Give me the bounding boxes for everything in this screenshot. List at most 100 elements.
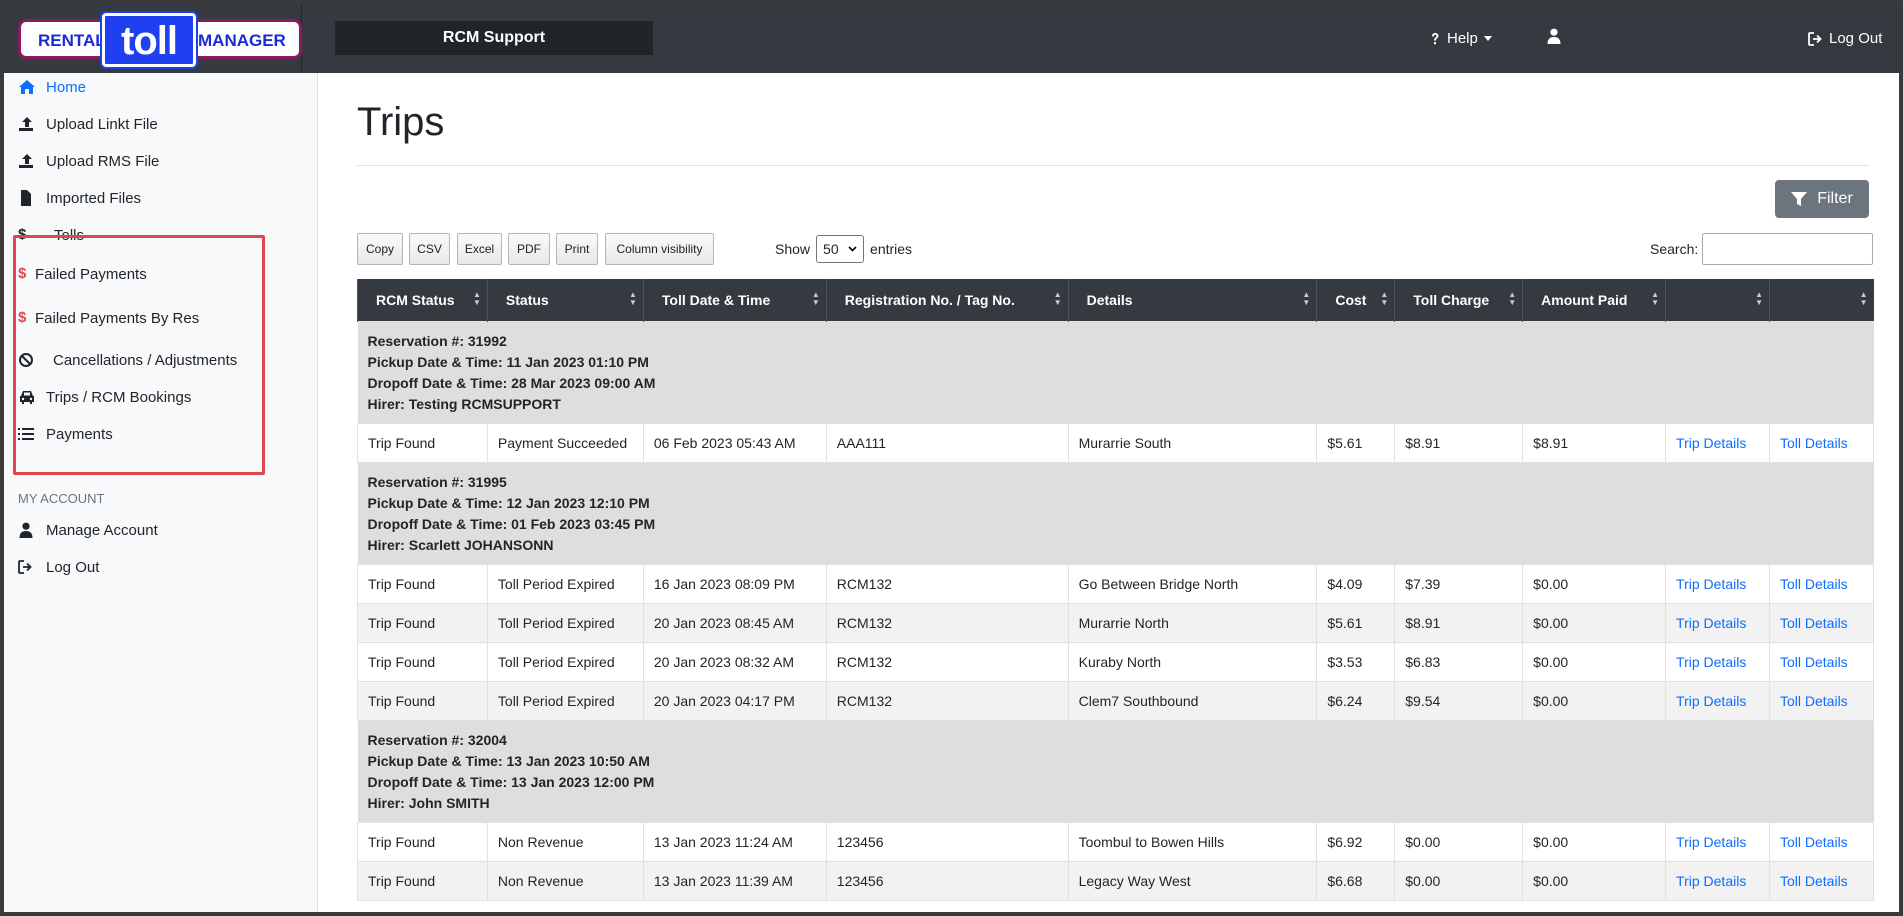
help-dropdown[interactable]: Help — [1429, 30, 1492, 47]
logout-icon — [18, 560, 32, 574]
cell-amount-paid: $0.00 — [1522, 602, 1667, 643]
reservation-pickup: Pickup Date & Time: 13 Jan 2023 10:50 AM — [367, 752, 650, 769]
cell-cost: $3.53 — [1316, 641, 1396, 682]
column-header-toll-charge[interactable]: Toll Charge ▲ ▼ — [1394, 279, 1523, 321]
upload-icon — [19, 117, 33, 131]
table-search: Search: — [1650, 233, 1874, 265]
cell-trip-details-link: Trip Details — [1665, 641, 1770, 682]
cell-details: Toombul to Bowen Hills — [1067, 821, 1318, 862]
entries-select[interactable]: 50 — [816, 235, 865, 263]
logo-text-left: RENTAL — [38, 31, 106, 50]
column-header-toll-link[interactable]: ▲ ▼ — [1768, 279, 1874, 321]
cell-toll-details-link: Toll Details — [1768, 680, 1875, 721]
reservation-info: Reservation #: 31995 Pickup Date & Time: … — [357, 461, 1874, 565]
excel-button[interactable]: Excel — [457, 233, 502, 265]
reservation-pickup: Pickup Date & Time: 12 Jan 2023 12:10 PM — [367, 494, 650, 511]
column-header-toll-date-time[interactable]: Toll Date & Time ▲ ▼ — [642, 279, 827, 321]
copy-button[interactable]: Copy — [357, 233, 403, 265]
cell-cost: $6.68 — [1316, 860, 1396, 901]
entries-length-control: Show 50 entries — [775, 233, 912, 265]
cell-rcm-status: Trip Found — [357, 860, 488, 901]
support-label: RCM Support — [335, 21, 653, 55]
cell-details: Legacy Way West — [1067, 860, 1318, 901]
sort-icon: ▲ ▼ — [472, 290, 481, 307]
cell-registration: RCM132 — [825, 602, 1069, 643]
toll-details-link[interactable]: Toll Details — [1780, 834, 1848, 850]
toll-details-link[interactable]: Toll Details — [1780, 435, 1848, 451]
trip-details-link[interactable]: Trip Details — [1676, 834, 1746, 850]
sort-icon: ▲ ▼ — [628, 290, 637, 307]
cell-details: Go Between Bridge North — [1067, 563, 1318, 604]
cell-toll-details-link: Toll Details — [1768, 821, 1875, 862]
column-header-registration[interactable]: Registration No. / Tag No. ▲ ▼ — [825, 279, 1069, 321]
reservation-hirer: Hirer: Testing RCMSUPPORT — [367, 395, 561, 412]
cell-trip-details-link: Trip Details — [1665, 422, 1770, 463]
column-header-amount-paid[interactable]: Amount Paid ▲ ▼ — [1522, 279, 1666, 321]
column-header-cost[interactable]: Cost ▲ ▼ — [1316, 279, 1395, 321]
trip-details-link[interactable]: Trip Details — [1676, 435, 1746, 451]
cell-registration: 123456 — [825, 860, 1069, 901]
logout-link[interactable]: Log Out — [1808, 30, 1882, 47]
sidebar-item-upload-rms[interactable]: Upload RMS File — [18, 149, 159, 173]
column-header-status[interactable]: Status ▲ ▼ — [486, 279, 644, 321]
trips-table: RCM Status ▲ ▼ Status ▲ ▼ Toll Date & Time ▲ ▼… — [357, 279, 1875, 901]
cell-rcm-status: Trip Found — [357, 602, 488, 643]
cell-status: Toll Period Expired — [486, 602, 644, 643]
toll-details-link[interactable]: Toll Details — [1780, 654, 1848, 670]
trip-details-link[interactable]: Trip Details — [1676, 654, 1746, 670]
table-row: Trip Found Toll Period Expired 20 Jan 2023… — [357, 641, 1875, 682]
cell-amount-paid: $0.00 — [1522, 641, 1667, 682]
cell-rcm-status: Trip Found — [357, 563, 488, 604]
toll-details-link[interactable]: Toll Details — [1780, 693, 1848, 709]
trip-details-link[interactable]: Trip Details — [1676, 873, 1746, 889]
cell-rcm-status: Trip Found — [357, 821, 488, 862]
trip-details-link[interactable]: Trip Details — [1676, 576, 1746, 592]
trip-details-link[interactable]: Trip Details — [1676, 693, 1746, 709]
main-content: Trips Filter Copy CSV Excel PDF Print Co… — [318, 73, 1899, 912]
toll-details-link[interactable]: Toll Details — [1780, 576, 1848, 592]
reservation-reservation: Reservation #: 32004 — [367, 731, 507, 748]
cell-status: Non Revenue — [486, 821, 644, 862]
print-button[interactable]: Print — [556, 233, 598, 265]
sort-icon: ▲ ▼ — [1508, 290, 1517, 307]
search-input[interactable] — [1702, 233, 1874, 265]
table-row: Trip Found Non Revenue 13 Jan 2023 11:24 A… — [357, 821, 1875, 862]
toll-details-link[interactable]: Toll Details — [1780, 873, 1848, 889]
pdf-button[interactable]: PDF — [508, 233, 550, 265]
column-visibility-button[interactable]: Column visibility — [605, 233, 714, 265]
user-menu[interactable] — [1547, 28, 1561, 48]
sidebar-item-manage-account[interactable]: Manage Account — [18, 518, 158, 542]
cell-cost: $5.61 — [1316, 422, 1396, 463]
cell-trip-details-link: Trip Details — [1665, 602, 1770, 643]
sidebar-item-imported-files[interactable]: Imported Files — [18, 186, 141, 210]
page-title: Trips — [357, 100, 445, 144]
sidebar-item-logout[interactable]: Log Out — [18, 555, 99, 579]
csv-button[interactable]: CSV — [409, 233, 450, 265]
sidebar-item-label: Home — [46, 78, 87, 96]
sidebar-item-home[interactable]: Home — [18, 75, 86, 99]
file-icon — [21, 190, 31, 206]
search-label: Search: — [1650, 241, 1699, 257]
cell-toll-charge: $8.91 — [1394, 422, 1524, 463]
toll-details-link[interactable]: Toll Details — [1780, 615, 1848, 631]
column-header-details[interactable]: Details ▲ ▼ — [1067, 279, 1317, 321]
sidebar-item-label: Upload Linkt File — [46, 115, 158, 133]
reservation-reservation: Reservation #: 31995 — [367, 473, 507, 490]
sidebar-item-upload-linkt[interactable]: Upload Linkt File — [18, 112, 158, 136]
sidebar-item-label: Imported Files — [46, 189, 142, 207]
trip-details-link[interactable]: Trip Details — [1676, 615, 1746, 631]
user-icon — [1547, 28, 1561, 44]
cell-toll-details-link: Toll Details — [1768, 422, 1875, 463]
reservation-group-header: Reservation #: 32004 Pickup Date & Time: … — [357, 719, 1874, 823]
filter-button[interactable]: Filter — [1775, 180, 1869, 218]
entries-label: entries — [870, 241, 913, 257]
column-header-trip-link[interactable]: ▲ ▼ — [1665, 279, 1770, 321]
cell-registration: AAA111 — [825, 422, 1069, 463]
cell-rcm-status: Trip Found — [357, 422, 488, 463]
cell-toll-date: 20 Jan 2023 04:17 PM — [642, 680, 827, 721]
cell-toll-charge: $0.00 — [1394, 860, 1524, 901]
column-header-rcm-status[interactable]: RCM Status ▲ ▼ — [357, 279, 488, 321]
rental-toll-manager-logo[interactable]: RENTAL toll MANAGER — [18, 11, 302, 69]
cell-toll-charge: $9.54 — [1394, 680, 1524, 721]
reservation-dropoff: Dropoff Date & Time: 01 Feb 2023 03:45 P… — [367, 515, 656, 532]
